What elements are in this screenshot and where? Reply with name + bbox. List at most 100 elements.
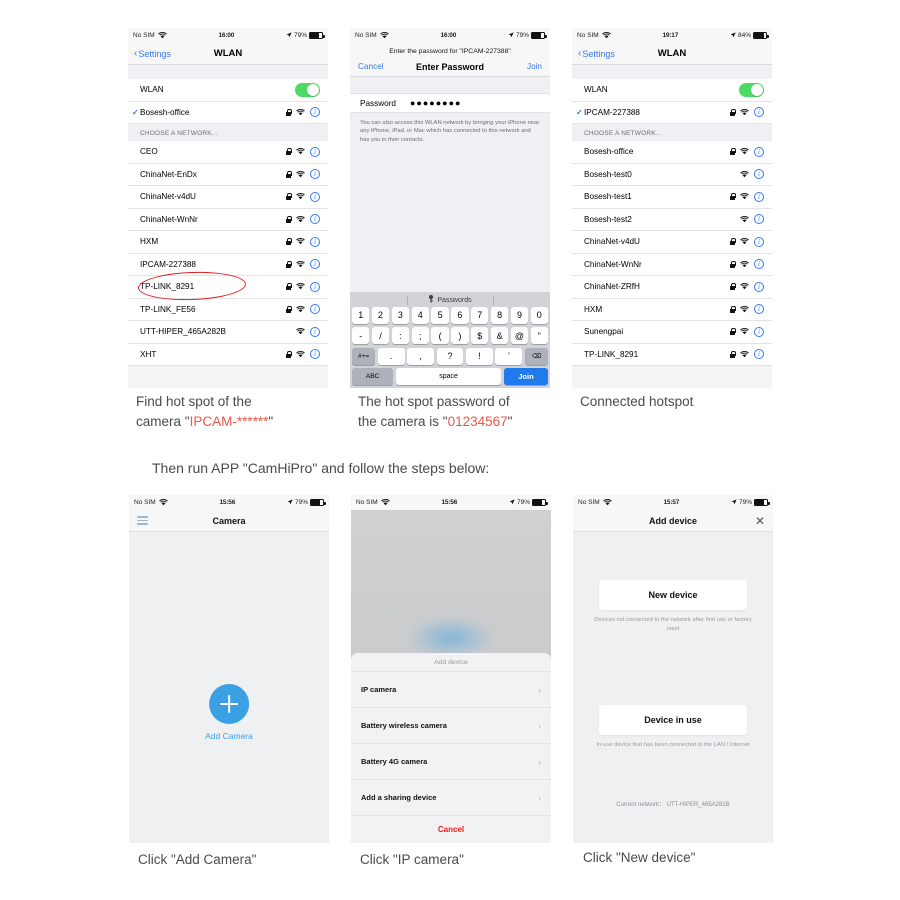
- network-row[interactable]: ChinaNet-v4dU i: [572, 231, 772, 254]
- key-;[interactable]: ;: [411, 327, 429, 344]
- info-icon[interactable]: i: [754, 236, 764, 247]
- hamburger-menu-icon[interactable]: [137, 515, 148, 526]
- network-row[interactable]: IPCAM-227388 i: [128, 253, 328, 276]
- info-icon[interactable]: i: [310, 169, 320, 180]
- network-row[interactable]: UTT-HIPER_465A282B i: [128, 321, 328, 344]
- network-row[interactable]: Bosesh-test2 i: [572, 208, 772, 231]
- key-$[interactable]: $: [471, 327, 489, 344]
- info-icon[interactable]: i: [310, 281, 320, 292]
- action-sheet-item[interactable]: Add a sharing device ›: [351, 779, 551, 815]
- suggestion-passwords[interactable]: Passwords: [437, 297, 471, 304]
- key-”[interactable]: ”: [530, 327, 548, 344]
- info-icon[interactable]: i: [310, 107, 320, 118]
- key-symbols-toggle[interactable]: #+=: [352, 347, 376, 365]
- key-([interactable]: (: [431, 327, 449, 344]
- password-field-row[interactable]: Password ●●●●●●●●: [350, 93, 550, 113]
- info-icon[interactable]: i: [310, 191, 320, 202]
- key-?[interactable]: ?: [436, 347, 464, 365]
- key--[interactable]: -: [352, 327, 370, 344]
- key-)[interactable]: ): [451, 327, 469, 344]
- info-icon[interactable]: i: [310, 214, 320, 225]
- info-icon[interactable]: i: [754, 191, 764, 202]
- network-row[interactable]: Bosesh-office i: [572, 141, 772, 164]
- info-icon[interactable]: i: [310, 259, 320, 270]
- network-row[interactable]: ChinaNet-EnDx i: [128, 163, 328, 186]
- network-row[interactable]: ChinaNet-WnNr i: [128, 208, 328, 231]
- key-join[interactable]: Join: [503, 368, 548, 385]
- cancel-button[interactable]: Cancel: [358, 62, 384, 71]
- action-sheet-item[interactable]: Battery 4G camera ›: [351, 743, 551, 779]
- keyboard[interactable]: Passwords 1234567890 - /:;() $ & @” #+= .,?!…: [350, 291, 550, 388]
- cancel-button[interactable]: Cancel: [351, 815, 551, 843]
- key-/[interactable]: /: [371, 327, 390, 344]
- keyboard-row-numbers[interactable]: 1234567890: [352, 306, 548, 324]
- network-row[interactable]: HXM i: [128, 231, 328, 254]
- info-icon[interactable]: i: [754, 107, 764, 118]
- info-icon[interactable]: i: [754, 304, 764, 315]
- network-row[interactable]: Bosesh-test1 i: [572, 186, 772, 209]
- network-row[interactable]: CEO i: [128, 141, 328, 164]
- network-row[interactable]: ChinaNet-v4dU i: [128, 186, 328, 209]
- wlan-toggle[interactable]: [295, 82, 320, 97]
- info-icon[interactable]: i: [754, 259, 764, 270]
- network-row[interactable]: XHT i: [128, 343, 328, 366]
- action-sheet-item[interactable]: Battery wireless camera ›: [351, 707, 551, 743]
- info-icon[interactable]: i: [754, 326, 764, 337]
- back-button-settings[interactable]: ‹ Settings: [134, 48, 171, 59]
- key-&[interactable]: &: [490, 327, 509, 344]
- connected-network-row[interactable]: ✓ Bosesh-office i: [128, 101, 328, 124]
- key-5[interactable]: 5: [431, 306, 449, 324]
- key-7[interactable]: 7: [471, 306, 489, 324]
- wlan-toggle-row[interactable]: WLAN: [572, 79, 772, 102]
- connected-network-row[interactable]: ✓ IPCAM-227388 i: [572, 101, 772, 124]
- network-row[interactable]: ChinaNet-ZRfH i: [572, 276, 772, 299]
- key-4[interactable]: 4: [411, 306, 429, 324]
- info-icon[interactable]: i: [754, 169, 764, 180]
- key-@[interactable]: @: [510, 327, 529, 344]
- info-icon[interactable]: i: [754, 281, 764, 292]
- close-icon[interactable]: ✕: [755, 515, 765, 527]
- key-8[interactable]: 8: [490, 306, 509, 324]
- keyboard-row-bottom[interactable]: ABC space Join: [352, 368, 548, 385]
- password-input[interactable]: ●●●●●●●●: [410, 98, 462, 108]
- wlan-toggle-row[interactable]: WLAN: [128, 79, 328, 102]
- network-row[interactable]: ChinaNet-WnNr i: [572, 253, 772, 276]
- network-row[interactable]: Sunengpai i: [572, 321, 772, 344]
- network-row[interactable]: TP-LINK_8291 i: [572, 343, 772, 366]
- network-row[interactable]: TP-LINK_8291 i: [128, 276, 328, 299]
- device-in-use-button[interactable]: Device in use: [599, 705, 747, 735]
- key-3[interactable]: 3: [391, 306, 410, 324]
- key-’[interactable]: ’: [495, 347, 523, 365]
- info-icon[interactable]: i: [754, 214, 764, 225]
- network-row[interactable]: HXM i: [572, 298, 772, 321]
- info-icon[interactable]: i: [310, 236, 320, 247]
- info-icon[interactable]: i: [754, 146, 764, 157]
- add-camera-button[interactable]: Add Camera: [205, 684, 253, 741]
- key-backspace[interactable]: ⌫: [524, 347, 549, 365]
- join-button[interactable]: Join: [527, 62, 542, 71]
- action-sheet-item[interactable]: IP camera ›: [351, 671, 551, 707]
- info-icon[interactable]: i: [754, 349, 764, 360]
- key-:[interactable]: :: [391, 327, 410, 344]
- key-.[interactable]: .: [377, 347, 405, 365]
- wlan-toggle[interactable]: [739, 82, 764, 97]
- key-0[interactable]: 0: [530, 306, 548, 324]
- network-row[interactable]: TP-LINK_FE56 i: [128, 298, 328, 321]
- key-abc[interactable]: ABC: [352, 368, 394, 385]
- key-![interactable]: !: [465, 347, 493, 365]
- key-,[interactable]: ,: [407, 347, 435, 365]
- key-1[interactable]: 1: [352, 306, 370, 324]
- info-icon[interactable]: i: [310, 304, 320, 315]
- info-icon[interactable]: i: [310, 146, 320, 157]
- keyboard-row-punctuation[interactable]: #+= .,?!’ ⌫: [352, 347, 549, 365]
- info-icon[interactable]: i: [310, 326, 320, 337]
- network-row[interactable]: Bosesh-test0 i: [572, 163, 772, 186]
- back-button-settings[interactable]: ‹ Settings: [578, 48, 615, 59]
- key-6[interactable]: 6: [451, 306, 469, 324]
- key-space[interactable]: space: [395, 368, 502, 385]
- new-device-button[interactable]: New device: [599, 580, 747, 610]
- info-icon[interactable]: i: [310, 349, 320, 360]
- keyboard-row-symbols[interactable]: - /:;() $ & @”: [352, 327, 548, 344]
- key-2[interactable]: 2: [371, 306, 390, 324]
- key-9[interactable]: 9: [510, 306, 529, 324]
